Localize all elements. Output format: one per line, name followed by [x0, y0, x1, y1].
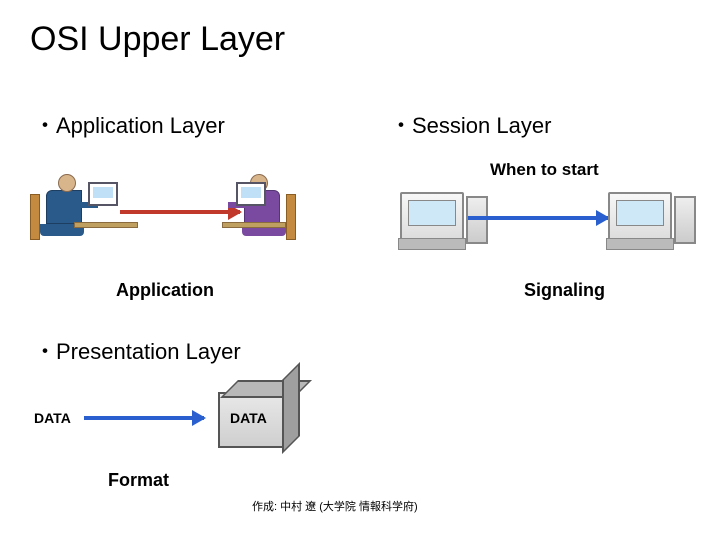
heading-presentation-layer: ・Presentation Layer: [34, 334, 241, 366]
desk-left-icon: [74, 222, 138, 228]
computer-tower-left-icon: [466, 196, 488, 244]
slide-title: OSI Upper Layer: [30, 20, 285, 59]
arrow-format: [84, 416, 204, 420]
label-data-left: DATA: [34, 410, 71, 426]
credit-line: 作成: 中村 遼 (大学院 情報科学府): [252, 498, 418, 514]
computer-monitor-left-icon: [400, 192, 464, 242]
computer-monitor-right-icon: [608, 192, 672, 242]
arrow-signaling: [468, 216, 608, 220]
heading-application-layer: ・Application Layer: [34, 108, 225, 140]
computer-tower-right-icon: [674, 196, 696, 244]
label-application: Application: [116, 280, 214, 301]
label-format: Format: [108, 470, 169, 491]
heading-session-layer: ・Session Layer: [390, 108, 551, 140]
arrow-application: [120, 210, 240, 214]
monitor-right-icon: [236, 182, 266, 206]
label-signaling: Signaling: [524, 280, 605, 301]
label-data-right: DATA: [230, 410, 267, 426]
person-left-icon: [28, 170, 88, 260]
monitor-left-icon: [88, 182, 118, 206]
label-when-to-start: When to start: [490, 160, 599, 180]
desk-right-icon: [222, 222, 286, 228]
